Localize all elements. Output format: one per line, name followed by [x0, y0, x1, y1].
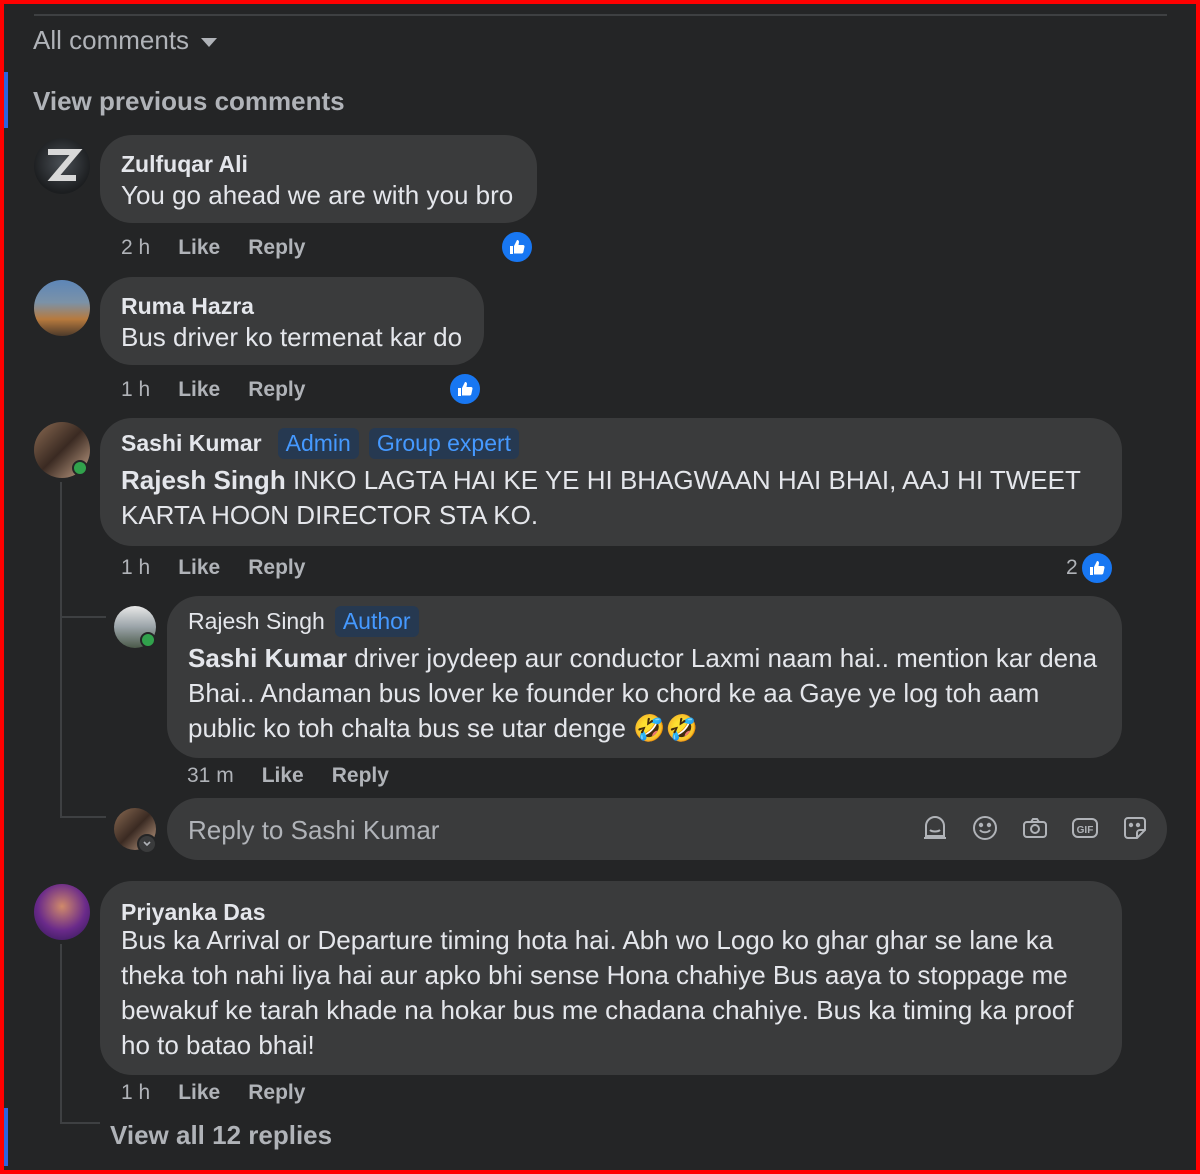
comment-text-line: KARTA HOON DIRECTOR STA KO. [121, 500, 539, 530]
comment-bubble: Zulfuqar Ali You go ahead we are with yo… [100, 135, 537, 223]
reply-button[interactable]: Reply [332, 764, 389, 788]
reply-time[interactable]: 31 m [187, 764, 234, 788]
comment-time[interactable]: 1 h [121, 556, 150, 580]
like-button[interactable]: Like [178, 556, 220, 580]
chevron-down-icon[interactable] [137, 834, 157, 854]
admin-badge: Admin [277, 428, 359, 459]
reaction-summary[interactable]: 2 [1066, 551, 1114, 585]
sort-label: All comments [33, 25, 190, 55]
comment-bubble: Sashi Kumar Admin Group expert Rajesh Si… [100, 418, 1122, 546]
comment-actions: 1 h Like Reply [121, 1081, 333, 1105]
like-button[interactable]: Like [262, 764, 304, 788]
thread-line [60, 482, 62, 818]
like-button[interactable]: Like [178, 236, 220, 260]
reply-button[interactable]: Reply [248, 236, 305, 260]
avatar[interactable] [34, 138, 90, 194]
emoji-icon[interactable] [971, 814, 999, 842]
reply-input-placeholder: Reply to Sashi Kumar [188, 815, 440, 845]
comment-text: Bus driver ko termenat kar do [121, 322, 463, 352]
thread-connector [60, 816, 106, 818]
comment-author[interactable]: Priyanka Das [121, 899, 265, 926]
comment-text: You go ahead we are with you bro [121, 180, 514, 210]
group-expert-badge: Group expert [368, 428, 520, 459]
view-all-replies-link[interactable]: View all 12 replies [110, 1120, 332, 1151]
reply-input[interactable]: Reply to Sashi Kumar GIF [167, 798, 1167, 860]
like-reaction-icon[interactable] [500, 230, 534, 264]
author-badge: Author [334, 606, 419, 637]
reply-button[interactable]: Reply [248, 378, 305, 402]
thread-connector [60, 616, 106, 618]
comment-author[interactable]: Ruma Hazra [121, 293, 254, 320]
mention-link[interactable]: Sashi Kumar [188, 643, 347, 673]
comment-time[interactable]: 1 h [121, 378, 150, 402]
comment-text-line: Bus ka Arrival or Departure timing hota … [121, 925, 1054, 955]
accent-bar [4, 72, 8, 128]
reply-text-line: public ko toh chalta bus se utar denge [188, 713, 626, 743]
thread-line [60, 944, 62, 1124]
reply-button[interactable]: Reply [248, 556, 305, 580]
online-status-dot [72, 460, 88, 476]
divider [34, 14, 1167, 16]
like-reaction-icon[interactable] [448, 372, 482, 406]
caret-down-icon [201, 38, 218, 47]
view-previous-comments-link[interactable]: View previous comments [33, 86, 345, 117]
comment-actions: 1 h Like Reply [121, 378, 333, 402]
mention-link[interactable]: Rajesh Singh [121, 465, 286, 495]
comment-time[interactable]: 1 h [121, 1081, 150, 1105]
comment-header: Rajesh Singh Author [188, 606, 419, 637]
reply-actions: 31 m Like Reply [187, 764, 417, 788]
like-button[interactable]: Like [178, 378, 220, 402]
comment-text: Bus ka Arrival or Departure timing hota … [121, 923, 1073, 1063]
like-reaction-icon [1079, 551, 1114, 585]
avatar[interactable] [34, 280, 90, 336]
reaction-count: 2 [1066, 556, 1078, 579]
reply-bubble: Rajesh Singh Author Sashi Kumar driver j… [167, 596, 1122, 758]
composer-toolbar: GIF [921, 814, 1149, 842]
comment-actions: 1 h Like Reply [121, 556, 333, 580]
comment-actions: 2 h Like Reply [121, 236, 333, 260]
avatar-sticker-icon[interactable] [921, 814, 949, 842]
thread-connector [60, 1122, 100, 1124]
laughing-emoji: 🤣🤣 [633, 713, 698, 743]
comment-bubble: Priyanka Das Bus ka Arrival or Departure… [100, 881, 1122, 1075]
comment-text-line: INKO LAGTA HAI KE YE HI BHAGWAAN HAI BHA… [292, 465, 1081, 495]
reply-author[interactable]: Rajesh Singh [188, 608, 325, 635]
like-button[interactable]: Like [178, 1081, 220, 1105]
comment-text-line: bewakuf ke tarah khade na hokar bus me c… [121, 995, 1074, 1025]
reply-text-line: driver joydeep aur conductor Laxmi naam … [354, 643, 1098, 673]
comment-text-line: ho to batao bhai! [121, 1030, 315, 1060]
comment-text: Rajesh Singh INKO LAGTA HAI KE YE HI BHA… [121, 463, 1081, 533]
sticker-icon[interactable] [1121, 814, 1149, 842]
comment-author[interactable]: Zulfuqar Ali [121, 151, 248, 178]
comment-sort-dropdown[interactable]: All comments [33, 25, 218, 56]
avatar[interactable] [34, 884, 90, 940]
reply-button[interactable]: Reply [248, 1081, 305, 1105]
comment-header: Sashi Kumar Admin Group expert [121, 428, 520, 459]
comment-text-line: theka toh nahi liya hai aur apko bhi sen… [121, 960, 1068, 990]
online-status-dot [140, 632, 156, 648]
gif-icon[interactable]: GIF [1071, 814, 1099, 842]
comments-panel: All comments View previous comments Zulf… [4, 4, 1196, 1170]
svg-text:GIF: GIF [1077, 825, 1094, 836]
camera-icon[interactable] [1021, 814, 1049, 842]
comment-bubble: Ruma Hazra Bus driver ko termenat kar do [100, 277, 484, 365]
comment-author[interactable]: Sashi Kumar [121, 430, 262, 457]
reply-text-line: Bhai.. Andaman bus lover ke founder ko c… [188, 678, 1040, 708]
reply-text: Sashi Kumar driver joydeep aur conductor… [188, 641, 1097, 746]
comment-time[interactable]: 2 h [121, 236, 150, 260]
accent-bar [4, 1108, 8, 1166]
